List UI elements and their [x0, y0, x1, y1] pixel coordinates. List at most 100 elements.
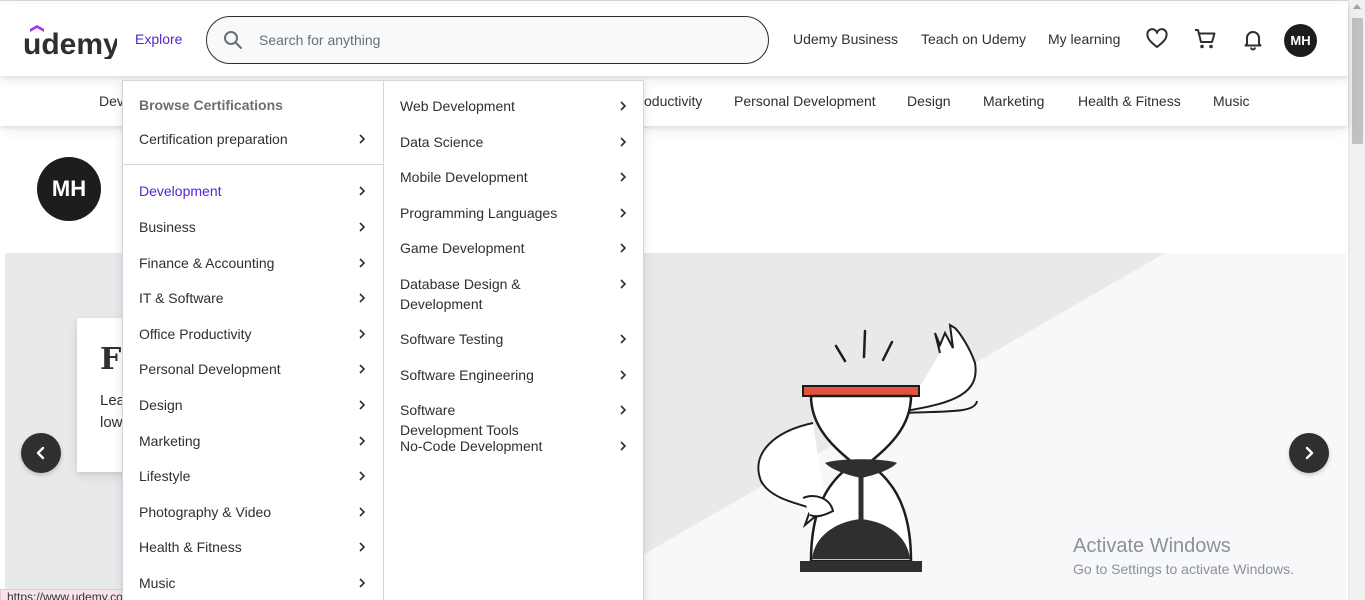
- menu-category-lifestyle[interactable]: Lifestyle: [139, 466, 367, 486]
- teach-on-udemy-link[interactable]: Teach on Udemy: [921, 31, 1026, 47]
- menu-item-label: Mobile Development: [400, 169, 528, 185]
- menu-item-label: Music: [139, 575, 176, 591]
- scrollbar-thumb[interactable]: [1352, 18, 1363, 144]
- chevron-right-icon: [620, 370, 627, 380]
- udemy-business-link[interactable]: Udemy Business: [793, 31, 898, 47]
- scroll-up-arrow-icon[interactable]: [1353, 4, 1361, 9]
- chevron-right-icon: [359, 186, 366, 196]
- carousel-prev-button[interactable]: [21, 433, 61, 473]
- site-header: udemy Explore Udemy Business Teach on Ud…: [0, 4, 1348, 76]
- menu-category-it-and-software[interactable]: IT & Software: [139, 288, 367, 308]
- chevron-right-icon: [359, 578, 366, 588]
- menu-item-label: Development: [139, 183, 222, 199]
- menu-subcategory-software-testing[interactable]: Software Testing: [400, 329, 628, 349]
- menu-item-label: Office Productivity: [139, 326, 252, 342]
- category-nav-health-fitness[interactable]: Health & Fitness: [1078, 93, 1181, 109]
- menu-category-office-productivity[interactable]: Office Productivity: [139, 324, 367, 344]
- menu-category-column: Browse Certifications Certification prep…: [123, 81, 384, 600]
- menu-item-label: IT & Software: [139, 290, 224, 306]
- menu-category-photography-and-video[interactable]: Photography & Video: [139, 502, 367, 522]
- menu-subcategory-mobile-development[interactable]: Mobile Development: [400, 167, 628, 187]
- chevron-right-icon: [359, 134, 366, 144]
- menu-subcategory-no-code-development[interactable]: No-Code Development: [400, 436, 628, 456]
- search-input[interactable]: [259, 29, 739, 51]
- menu-item-label: Software Development Tools: [400, 402, 519, 438]
- chevron-right-icon: [620, 137, 627, 147]
- category-nav-marketing[interactable]: Marketing: [983, 93, 1044, 109]
- category-nav-office-productivity[interactable]: oductivity: [644, 93, 702, 109]
- menu-item-label: No-Code Development: [400, 438, 543, 454]
- udemy-logo[interactable]: udemy: [23, 23, 117, 59]
- chevron-right-icon: [620, 441, 627, 451]
- carousel-next-button[interactable]: [1289, 433, 1329, 473]
- menu-category-marketing[interactable]: Marketing: [139, 431, 367, 451]
- category-nav-design[interactable]: Design: [907, 93, 951, 109]
- menu-item-label: Database Design & Development: [400, 276, 521, 312]
- menu-category-business[interactable]: Business: [139, 217, 367, 237]
- search-icon[interactable]: [223, 30, 243, 50]
- udemy-home-page: udemy Explore Udemy Business Teach on Ud…: [0, 0, 1365, 600]
- menu-category-development[interactable]: Development: [139, 181, 367, 201]
- menu-item-label: Certification preparation: [139, 131, 288, 147]
- browse-certifications-heading: Browse Certifications: [139, 97, 283, 113]
- cart-icon[interactable]: [1193, 27, 1217, 51]
- menu-item-label: Health & Fitness: [139, 539, 242, 555]
- my-learning-link[interactable]: My learning: [1048, 31, 1120, 47]
- profile-avatar[interactable]: MH: [37, 157, 101, 221]
- user-avatar[interactable]: MH: [1284, 24, 1317, 57]
- category-nav-music[interactable]: Music: [1213, 93, 1250, 109]
- menu-subcategory-programming-languages[interactable]: Programming Languages: [400, 203, 628, 223]
- menu-subcategory-column: Web Development Data Science Mobile Develo…: [384, 81, 644, 600]
- menu-item-label: Game Development: [400, 240, 525, 256]
- category-nav-development[interactable]: Dev: [99, 93, 124, 109]
- svg-text:udemy: udemy: [23, 28, 117, 59]
- menu-item-label: Software Engineering: [400, 367, 534, 383]
- menu-item-label: Design: [139, 397, 183, 413]
- menu-item-label: Business: [139, 219, 196, 235]
- menu-category-personal-development[interactable]: Personal Development: [139, 359, 367, 379]
- menu-item-label: Lifestyle: [139, 468, 191, 484]
- bell-icon[interactable]: [1241, 27, 1265, 51]
- watermark-title: Activate Windows: [1073, 535, 1231, 557]
- chevron-right-icon: [359, 542, 366, 552]
- page-scrollbar[interactable]: [1348, 0, 1365, 600]
- menu-item-label: Marketing: [139, 433, 201, 449]
- chevron-right-icon: [1305, 446, 1314, 460]
- chevron-right-icon: [359, 507, 366, 517]
- menu-subcategory-software-engineering[interactable]: Software Engineering: [400, 365, 628, 385]
- chevron-right-icon: [620, 101, 627, 111]
- watermark-subtitle: Go to Settings to activate Windows.: [1073, 561, 1294, 577]
- menu-item-label: Software Testing: [400, 331, 504, 347]
- chevron-right-icon: [620, 172, 627, 182]
- search-bar[interactable]: [206, 16, 769, 64]
- menu-subcategory-data-science[interactable]: Data Science: [400, 132, 628, 152]
- chevron-right-icon: [359, 329, 366, 339]
- heart-icon[interactable]: [1145, 27, 1169, 51]
- menu-subcategory-web-development[interactable]: Web Development: [400, 96, 628, 116]
- menu-item-label: Web Development: [400, 98, 515, 114]
- chevron-left-icon: [36, 446, 45, 460]
- menu-subcategory-game-development[interactable]: Game Development: [400, 238, 628, 258]
- menu-category-music[interactable]: Music: [139, 573, 367, 593]
- explore-mega-menu: Browse Certifications Certification prep…: [122, 80, 644, 600]
- menu-category-design[interactable]: Design: [139, 395, 367, 415]
- chevron-right-icon: [359, 364, 366, 374]
- menu-subcategory-database-design-and-development[interactable]: Database Design & Development: [400, 274, 628, 314]
- chevron-right-icon: [359, 471, 366, 481]
- chevron-right-icon: [359, 400, 366, 410]
- menu-category-finance-and-accounting[interactable]: Finance & Accounting: [139, 253, 367, 273]
- menu-item-label: Finance & Accounting: [139, 255, 275, 271]
- promo-title: F: [100, 342, 122, 377]
- chevron-right-icon: [359, 222, 366, 232]
- menu-item-certification-preparation[interactable]: Certification preparation: [139, 129, 367, 149]
- chevron-right-icon: [620, 208, 627, 218]
- menu-subcategory-software-development-tools[interactable]: Software Development Tools: [400, 400, 628, 440]
- menu-divider: [123, 164, 383, 165]
- chevron-right-icon: [620, 405, 627, 415]
- chevron-right-icon: [359, 258, 366, 268]
- windows-activation-watermark: Activate Windows Go to Settings to activ…: [1073, 535, 1294, 577]
- explore-link[interactable]: Explore: [135, 31, 182, 47]
- category-nav-personal-development[interactable]: Personal Development: [734, 93, 876, 109]
- menu-category-health-and-fitness[interactable]: Health & Fitness: [139, 537, 367, 557]
- chevron-right-icon: [620, 334, 627, 344]
